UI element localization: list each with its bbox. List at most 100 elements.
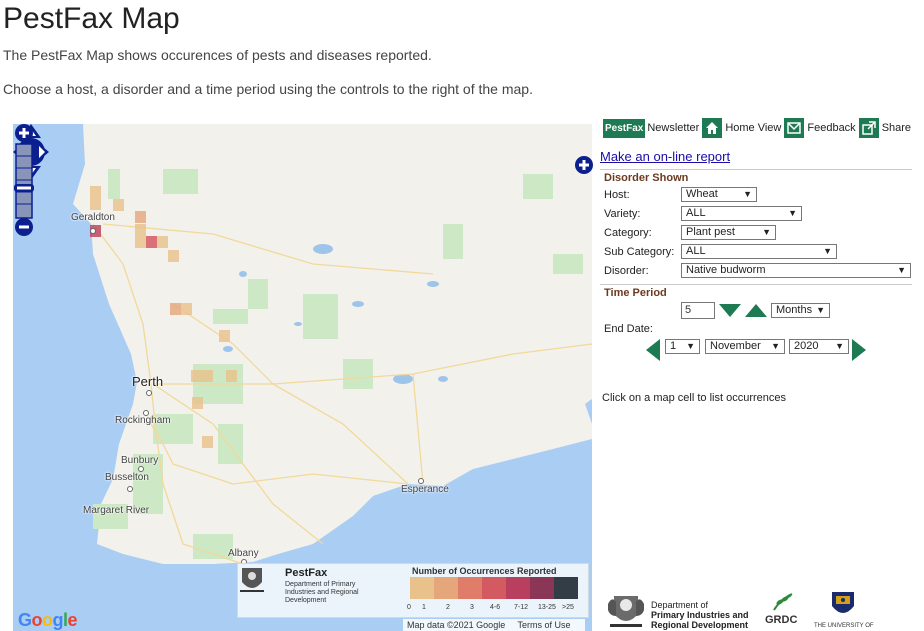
feedback-button[interactable]: Feedback <box>784 118 856 138</box>
legend-label: >25 <box>562 604 574 611</box>
toolbar: PestFax Newsletter Home View Feedback Sh… <box>603 117 914 139</box>
chevron-down-icon: ▼ <box>835 341 844 351</box>
increase-period-button[interactable] <box>745 304 767 317</box>
variety-select[interactable]: ALL ▼ <box>681 206 802 221</box>
end-day-select[interactable]: 1 ▼ <box>665 339 700 354</box>
city-marker <box>90 228 96 234</box>
city-label-esperance: Esperance <box>401 484 449 495</box>
pestfax-map[interactable]: Geraldton Perth Rockingham Bunbury Busse… <box>13 124 592 631</box>
page-title: PestFax Map <box>3 2 180 35</box>
occurrence-cell[interactable] <box>157 236 168 248</box>
home-view-button[interactable]: Home View <box>702 118 781 138</box>
legend-label: 2 <box>446 604 450 611</box>
legend-label: 13-25 <box>538 604 556 611</box>
legend-label: 3 <box>470 604 474 611</box>
city-label-margaret-river: Margaret River <box>83 505 150 516</box>
end-date-label: End Date: <box>604 323 653 335</box>
occurrence-cell[interactable] <box>170 303 181 315</box>
feedback-label: Feedback <box>807 122 856 134</box>
city-label-albany: Albany <box>228 548 259 559</box>
period-count-input[interactable]: 5 <box>681 302 715 319</box>
period-unit-select[interactable]: Months ▼ <box>771 303 830 318</box>
end-month-select[interactable]: November ▼ <box>705 339 785 354</box>
time-section-title: Time Period <box>604 287 667 299</box>
variety-value: ALL <box>686 207 706 219</box>
chevron-down-icon: ▼ <box>771 341 780 351</box>
subcategory-select[interactable]: ALL ▼ <box>681 244 837 259</box>
instructions-text: Choose a host, a disorder and a time per… <box>3 81 533 97</box>
intro-text: The PestFax Map shows occurences of pest… <box>3 47 432 63</box>
home-icon <box>702 118 723 138</box>
city-marker <box>127 486 133 492</box>
decrease-period-button[interactable] <box>719 304 741 317</box>
legend-title: Number of Occurrences Reported <box>412 566 557 576</box>
category-value: Plant pest <box>686 226 735 238</box>
host-value: Wheat <box>686 188 718 200</box>
disorder-select[interactable]: Native budworm ▼ <box>681 263 911 278</box>
occurrence-cell[interactable] <box>202 436 213 448</box>
occurrence-cell[interactable] <box>135 224 146 236</box>
zoom-slider[interactable] <box>13 124 35 236</box>
city-label-perth: Perth <box>132 374 164 389</box>
legend-department: Department of Primary Industries and Reg… <box>285 581 359 604</box>
occurrence-cell[interactable] <box>113 199 124 211</box>
occurrence-cell[interactable] <box>191 370 202 382</box>
occurrence-cell[interactable] <box>219 330 230 342</box>
dept-line2: Primary Industries and <box>651 610 749 620</box>
occurrence-cell[interactable] <box>135 211 146 223</box>
dept-line3: Regional Development <box>651 620 749 630</box>
occurrence-cell[interactable] <box>226 370 237 382</box>
legend-swatch <box>506 577 530 599</box>
share-icon <box>858 118 879 138</box>
wa-crest-logo <box>608 596 644 627</box>
end-month-value: November <box>710 340 761 352</box>
category-select[interactable]: Plant pest ▼ <box>681 225 776 240</box>
legend-label: 1 <box>422 604 426 611</box>
terms-link[interactable]: Terms of Use <box>518 620 571 630</box>
city-label-geraldton: Geraldton <box>71 212 115 223</box>
disorder-label: Disorder: <box>604 265 649 277</box>
occurrence-cell[interactable] <box>192 397 203 409</box>
legend-label: 0 <box>407 604 411 611</box>
legend-label: 7-12 <box>514 604 529 611</box>
occurrence-cell[interactable] <box>181 303 192 315</box>
expand-panel-icon[interactable] <box>574 156 594 174</box>
city-label-bunbury: Bunbury <box>121 455 159 466</box>
legend-brand: PestFax <box>285 567 328 579</box>
home-view-label: Home View <box>725 122 782 134</box>
pestfax-badge: PestFax <box>603 118 646 138</box>
occurrence-cell[interactable] <box>168 250 179 262</box>
map-legend: PestFax Department of Primary Industries… <box>237 563 589 618</box>
department-logo-text: Department of Primary Industries and Reg… <box>651 600 749 630</box>
share-button[interactable]: Share <box>858 118 912 138</box>
envelope-icon <box>784 118 805 138</box>
end-year-select[interactable]: 2020 ▼ <box>789 339 849 354</box>
newsletter-label: Newsletter <box>647 122 700 134</box>
share-label: Share <box>881 122 912 134</box>
online-report-link[interactable]: Make an on-line report <box>600 149 730 164</box>
legend-label: 4-6 <box>490 604 501 611</box>
occurrence-cell[interactable] <box>135 236 146 248</box>
variety-label: Variety: <box>604 208 641 220</box>
period-unit-value: Months <box>776 304 813 316</box>
grdc-logo-text: GRDC <box>765 614 798 626</box>
host-label: Host: <box>604 189 630 201</box>
occurrence-cell[interactable] <box>202 370 213 382</box>
occurrence-cell[interactable] <box>90 186 101 198</box>
next-date-button[interactable] <box>852 339 866 361</box>
legend-swatch <box>458 577 482 599</box>
occurrence-cell[interactable] <box>90 198 101 210</box>
city-label-rockingham: Rockingham <box>115 415 171 426</box>
chevron-down-icon: ▼ <box>743 189 752 199</box>
chevron-down-icon: ▼ <box>816 305 825 315</box>
legend-swatch <box>434 577 458 599</box>
uwa-logo-text: THE UNIVERSITY OF <box>814 623 874 629</box>
dept-line1: Department of <box>651 600 709 610</box>
disorder-section-title: Disorder Shown <box>604 172 689 184</box>
chevron-down-icon: ▼ <box>897 265 906 275</box>
occurrence-cell[interactable] <box>146 236 157 248</box>
newsletter-link[interactable]: PestFax Newsletter <box>603 118 700 138</box>
host-select[interactable]: Wheat ▼ <box>681 187 757 202</box>
grdc-wheat-icon <box>773 593 793 611</box>
previous-date-button[interactable] <box>646 339 660 361</box>
